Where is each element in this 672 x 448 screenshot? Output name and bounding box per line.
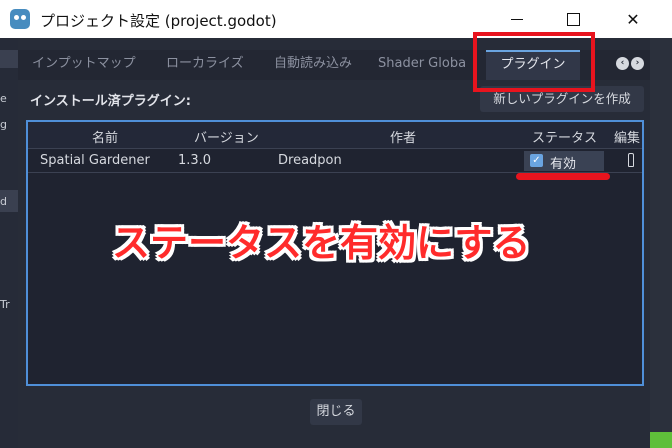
enabled-checkbox[interactable]: ✓ [530,154,543,167]
close-window-button[interactable]: ✕ [610,0,656,38]
tab-localization[interactable]: ローカライズ [166,50,244,80]
plugin-author: Dreadpon [278,153,342,168]
tab-autoload[interactable]: 自動読み込み [274,50,352,80]
installed-plugins-label: インストール済プラグイン: [30,94,191,109]
pencil-icon [628,153,634,167]
background-text: e [0,92,7,105]
minimize-icon [511,18,523,20]
tab-scroll-arrows: ‹ › [616,57,644,70]
background-text: Tr [0,298,10,311]
plugin-status-label: 有効 [550,157,577,172]
column-header-status: ステータス [532,131,598,146]
table-row[interactable]: Spatial Gardener 1.3.0 Dreadpon ✓ 有効 [28,150,642,173]
status-underline-annotation [516,173,610,180]
close-icon: ✕ [626,9,640,29]
column-header-edit: 編集 [614,131,641,146]
godot-logo-icon [10,9,30,29]
background-viewport [650,38,672,448]
plugin-name: Spatial Gardener [40,153,150,168]
plugin-status-toggle[interactable]: ✓ 有効 [524,151,604,172]
plugins-tab-highlight-box [473,32,595,92]
tab-shader-globals[interactable]: Shader Globa [378,50,468,80]
column-header-name: 名前 [92,131,119,146]
instruction-caption: ステータスを有効にする [112,221,531,265]
background-text: d [0,195,7,208]
close-button[interactable]: 閉じる [310,399,362,425]
background-text: g [0,118,7,131]
column-header-version: バージョン [194,131,259,146]
maximize-icon [566,12,580,26]
tab-scroll-right-button[interactable]: › [631,57,644,70]
tab-scroll-left-button[interactable]: ‹ [616,57,629,70]
edit-plugin-icon[interactable] [628,153,634,167]
column-header-author: 作者 [390,131,417,146]
plugin-version: 1.3.0 [178,153,212,168]
background-editor-panel: e g d Tr [0,38,18,448]
window-title: プロジェクト設定 (project.godot) [40,12,277,30]
tab-input-map[interactable]: インプットマップ [32,50,136,80]
background-band [0,50,18,68]
table-header: 名前 バージョン 作者 ステータス 編集 [28,122,642,149]
